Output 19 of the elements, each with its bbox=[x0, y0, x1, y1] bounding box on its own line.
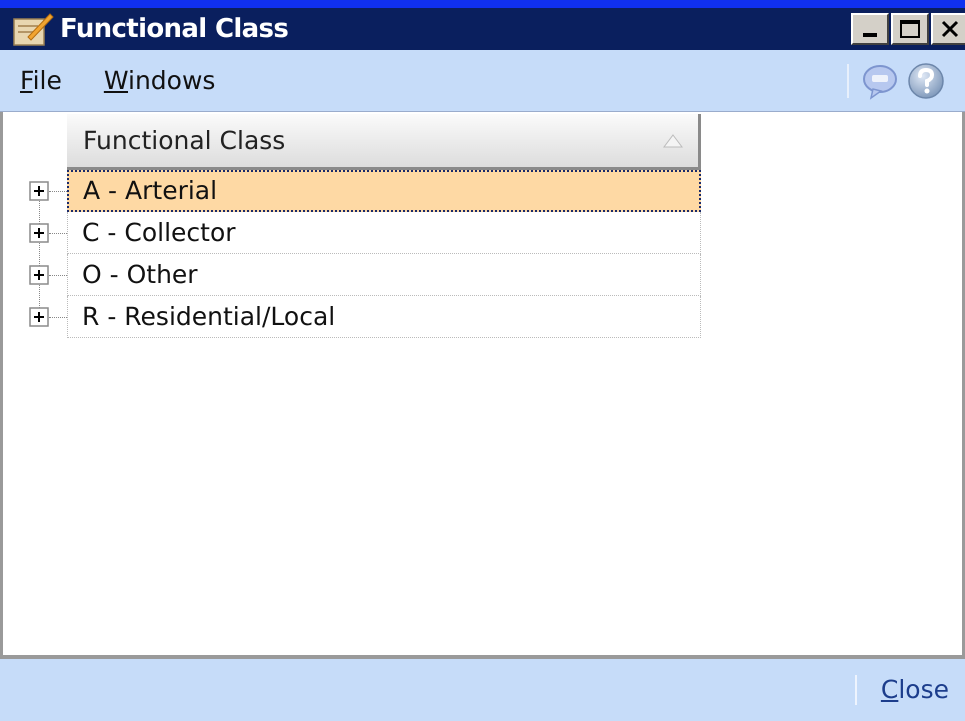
minimize-button[interactable] bbox=[851, 13, 889, 45]
menu-item[interactable]: File bbox=[20, 62, 62, 100]
close-icon bbox=[940, 19, 960, 39]
sort-arrow-icon bbox=[662, 132, 684, 148]
column-header[interactable]: Functional Class bbox=[67, 114, 701, 170]
expand-icon[interactable] bbox=[29, 307, 49, 327]
help-icon[interactable] bbox=[907, 62, 945, 100]
close-link[interactable]: Close bbox=[880, 671, 949, 709]
grid-row[interactable]: R - Residential/Local bbox=[67, 296, 701, 338]
menu-item[interactable]: Windows bbox=[104, 62, 216, 100]
expand-icon[interactable] bbox=[29, 181, 49, 201]
grid-row[interactable]: A - Arterial bbox=[67, 170, 701, 212]
window-title: Functional Class bbox=[60, 12, 290, 46]
grid-row[interactable]: O - Other bbox=[67, 254, 701, 296]
grid-row[interactable]: C - Collector bbox=[67, 212, 701, 254]
maximize-button[interactable] bbox=[891, 13, 929, 45]
expand-icon[interactable] bbox=[29, 265, 49, 285]
expand-icon[interactable] bbox=[29, 223, 49, 243]
close-button[interactable] bbox=[931, 13, 965, 45]
